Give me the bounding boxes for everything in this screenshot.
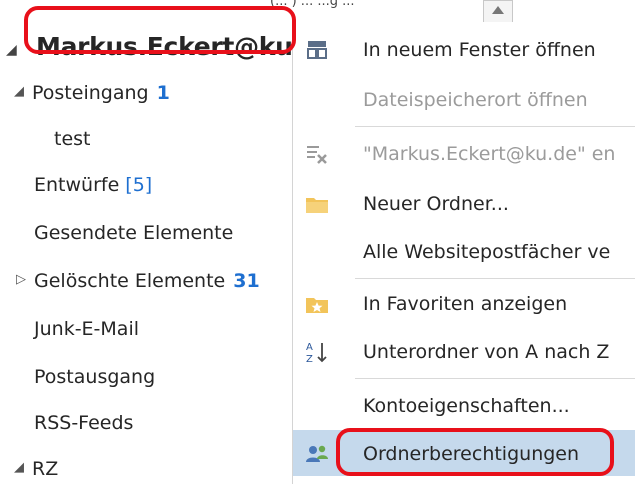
folder-label: Postausgang xyxy=(34,366,156,388)
folder-label: Gelöschte Elemente xyxy=(34,270,226,292)
menu-item-sort-subfolders[interactable]: AZ Unterordner von A nach Z xyxy=(293,328,635,376)
folder-pane: ◢ Markus.Eckert@ku ◢ Posteingang 1 test E… xyxy=(0,8,293,484)
menu-separator xyxy=(355,278,635,279)
svg-text:Z: Z xyxy=(306,354,313,364)
menu-item-label: In neuem Fenster öffnen xyxy=(363,39,596,61)
folder-icon xyxy=(305,192,329,216)
draft-count: [5] xyxy=(125,174,153,196)
favorite-star-icon xyxy=(305,292,329,316)
folder-rss-feeds[interactable]: RSS-Feeds xyxy=(0,404,292,444)
folder-rz[interactable]: ◢ RZ xyxy=(0,450,292,490)
annotation-box-account xyxy=(24,6,296,54)
folder-label: Posteingang xyxy=(32,82,149,104)
menu-item-label: Dateispeicherort öffnen xyxy=(363,89,588,111)
menu-item-show-in-favorites[interactable]: In Favoriten anzeigen xyxy=(293,280,635,328)
svg-text:A: A xyxy=(306,342,313,353)
sort-az-icon: AZ xyxy=(305,340,329,364)
menu-item-new-folder[interactable]: Neuer Ordner... xyxy=(293,180,635,228)
unread-count: 1 xyxy=(156,82,170,104)
menu-item-open-file-location[interactable]: Dateispeicherort öffnen xyxy=(293,76,635,124)
expand-closed-icon[interactable]: ▷ xyxy=(16,272,26,287)
menu-item-all-site-mailboxes[interactable]: Alle Websitepostfächer ve xyxy=(293,228,635,276)
folder-junk-e-mail[interactable]: Junk-E-Mail xyxy=(0,310,292,350)
expand-open-icon[interactable]: ◢ xyxy=(14,84,24,99)
folder-gesendete-elemente[interactable]: Gesendete Elemente xyxy=(0,214,292,254)
scroll-up-icon xyxy=(492,6,504,14)
menu-item-label: "Markus.Eckert@ku.de" en xyxy=(363,143,616,165)
folder-entwuerfe[interactable]: Entwürfe [5] xyxy=(0,166,292,206)
menu-separator xyxy=(355,126,635,127)
folder-label: test xyxy=(54,128,91,150)
unread-count: 31 xyxy=(233,270,260,292)
expand-open-icon[interactable]: ◢ xyxy=(6,42,17,58)
remove-account-icon xyxy=(305,142,329,166)
menu-separator xyxy=(355,378,635,379)
menu-item-account-properties[interactable]: Kontoeigenschaften... xyxy=(293,382,635,430)
expand-open-icon[interactable]: ◢ xyxy=(14,460,24,475)
folder-label: Entwürfe xyxy=(34,174,120,196)
folder-label: Gesendete Elemente xyxy=(34,222,234,244)
folder-posteingang[interactable]: ◢ Posteingang 1 xyxy=(0,74,292,114)
permissions-icon xyxy=(305,442,329,466)
folder-test[interactable]: test xyxy=(0,120,292,160)
menu-item-label: Alle Websitepostfächer ve xyxy=(363,241,611,263)
context-menu: In neuem Fenster öffnen Dateispeicherort… xyxy=(292,22,635,484)
menu-item-label: In Favoriten anzeigen xyxy=(363,293,568,315)
new-window-icon xyxy=(305,38,329,62)
folder-label: RZ xyxy=(32,458,59,480)
menu-item-remove-account[interactable]: "Markus.Eckert@ku.de" en xyxy=(293,130,635,178)
folder-label: RSS-Feeds xyxy=(34,412,134,434)
annotation-box-permissions xyxy=(336,428,614,476)
menu-item-label: Unterordner von A nach Z xyxy=(363,341,610,363)
folder-postausgang[interactable]: Postausgang xyxy=(0,358,292,398)
folder-geloeschte-elemente[interactable]: ▷ Gelöschte Elemente 31 xyxy=(0,262,292,302)
folder-label: Junk-E-Mail xyxy=(34,318,140,340)
menu-item-label: Kontoeigenschaften... xyxy=(363,395,570,417)
scroll-up-button[interactable] xyxy=(483,0,513,24)
menu-item-label: Neuer Ordner... xyxy=(363,193,509,215)
menu-item-open-new-window[interactable]: In neuem Fenster öffnen xyxy=(293,26,635,74)
